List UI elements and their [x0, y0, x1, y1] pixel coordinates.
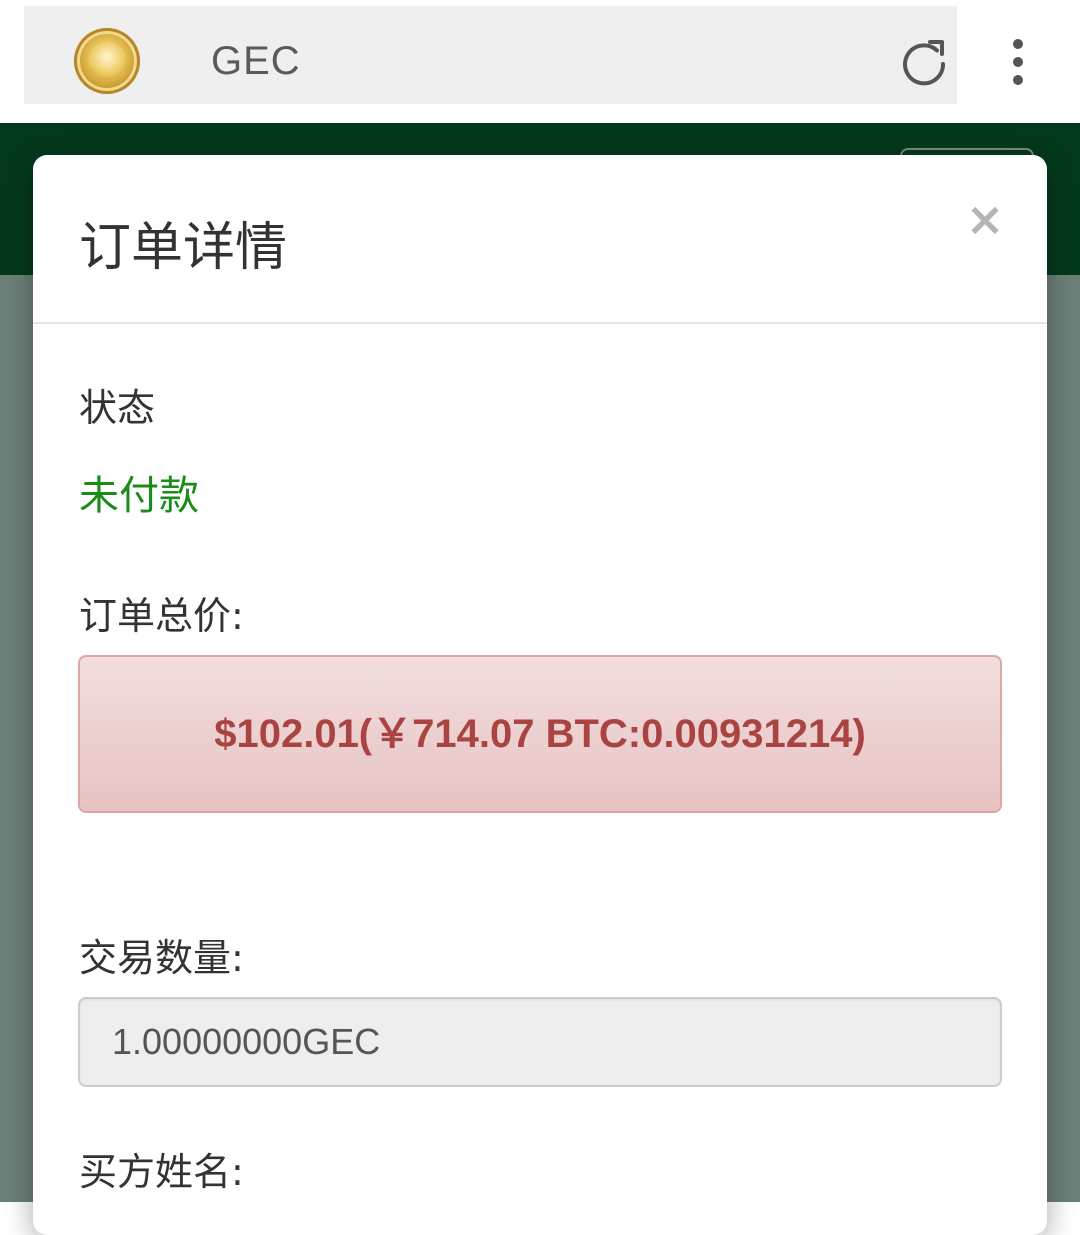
order-details-modal: 订单详情 × 状态 未付款 订单总价: $102.01(￥714.07 BTC:…	[33, 155, 1047, 1235]
total-price-label: 订单总价:	[79, 594, 244, 638]
browser-tab[interactable]: GEC	[24, 6, 957, 104]
total-price-alert: $102.01(￥714.07 BTC:0.00931214)	[78, 655, 1002, 813]
modal-title: 订单详情	[79, 218, 288, 278]
more-vert-icon[interactable]	[1000, 34, 1036, 90]
quantity-label: 交易数量:	[79, 936, 244, 980]
status-label: 状态	[79, 386, 156, 430]
browser-top-bar: GEC	[0, 0, 1080, 123]
site-title: GEC	[211, 39, 301, 83]
status-value: 未付款	[79, 473, 199, 519]
site-logo-icon	[74, 28, 140, 94]
quantity-field: 1.00000000GEC	[78, 997, 1002, 1087]
modal-header: 订单详情 ×	[33, 155, 1047, 324]
reload-icon[interactable]	[894, 34, 954, 94]
close-icon[interactable]: ×	[963, 196, 1007, 242]
buyer-name-label: 买方姓名:	[79, 1150, 244, 1194]
total-price-value: $102.01(￥714.07 BTC:0.00931214)	[214, 712, 866, 756]
quantity-value: 1.00000000GEC	[112, 1021, 381, 1062]
